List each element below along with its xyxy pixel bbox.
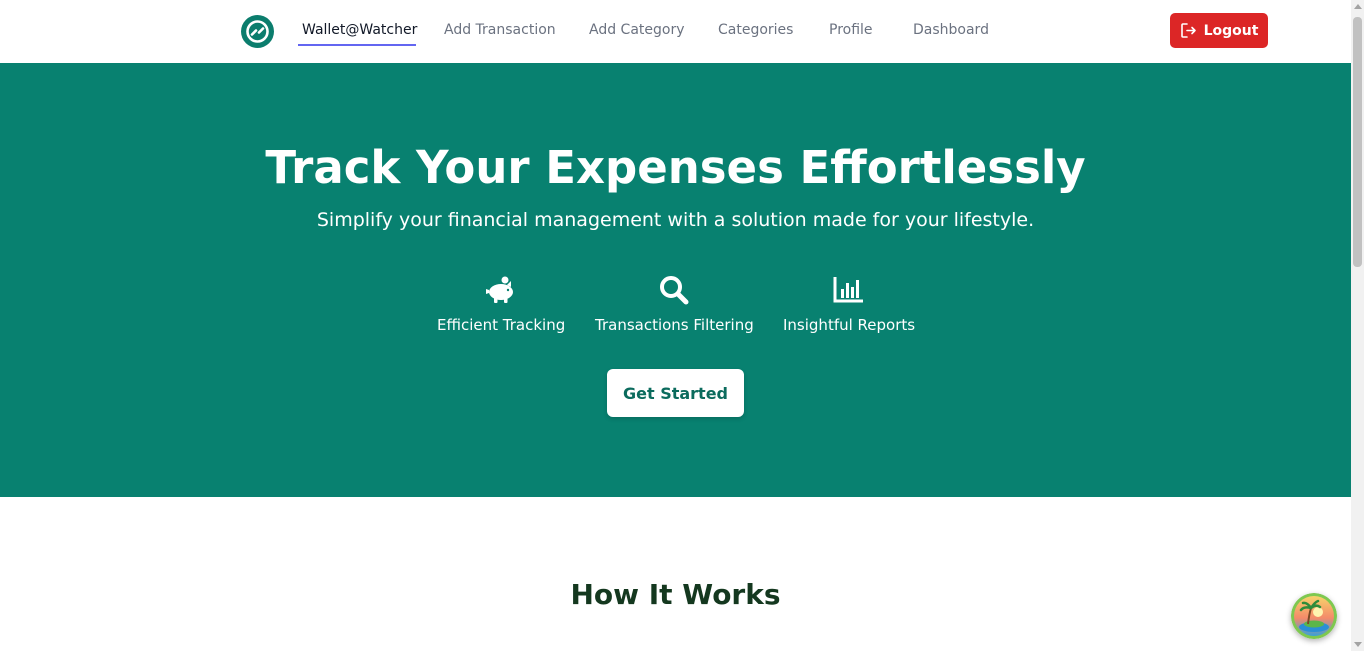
feature-label: Transactions Filtering	[595, 316, 754, 334]
active-nav-underline	[298, 44, 416, 46]
logo-icon[interactable]	[241, 15, 274, 48]
scroll-thumb[interactable]	[1353, 17, 1362, 267]
feature-label: Efficient Tracking	[437, 316, 566, 334]
nav-profile[interactable]: Profile	[829, 22, 873, 38]
page-scrollbar[interactable]	[1351, 0, 1364, 651]
scroll-up-icon[interactable]	[1354, 4, 1362, 9]
logout-icon	[1180, 23, 1196, 38]
scroll-down-icon[interactable]	[1354, 642, 1362, 647]
feature-insightful-reports: Insightful Reports	[783, 275, 916, 334]
hero-title: Track Your Expenses Effortlessly	[265, 141, 1086, 194]
feature-efficient-tracking: Efficient Tracking	[437, 275, 566, 334]
how-it-works-title: How It Works	[570, 578, 781, 611]
page: Wallet@Watcher Add Transaction Add Categ…	[0, 0, 1364, 651]
piggy-bank-icon	[485, 276, 513, 303]
nav-add-category[interactable]: Add Category	[589, 22, 685, 38]
hero-subtitle: Simplify your financial management with …	[316, 209, 1035, 231]
nav-add-transaction[interactable]: Add Transaction	[444, 22, 556, 38]
island-widget-button[interactable]	[1291, 593, 1337, 639]
logout-label: Logout	[1203, 22, 1259, 39]
get-started-button[interactable]: Get Started	[607, 369, 744, 417]
island-icon	[1291, 593, 1337, 639]
navbar: Wallet@Watcher Add Transaction Add Categ…	[0, 0, 1351, 63]
logout-button[interactable]: Logout	[1170, 13, 1268, 48]
nav-brand-link[interactable]: Wallet@Watcher	[302, 22, 417, 38]
nav-dashboard[interactable]: Dashboard	[913, 22, 989, 38]
feature-label: Insightful Reports	[783, 316, 916, 334]
hero-section: Track Your Expenses Effortlessly Simplif…	[0, 63, 1351, 497]
search-icon	[659, 276, 688, 305]
nav-categories[interactable]: Categories	[718, 22, 793, 38]
feature-transactions-filtering: Transactions Filtering	[595, 275, 754, 334]
bar-chart-icon	[833, 277, 863, 303]
